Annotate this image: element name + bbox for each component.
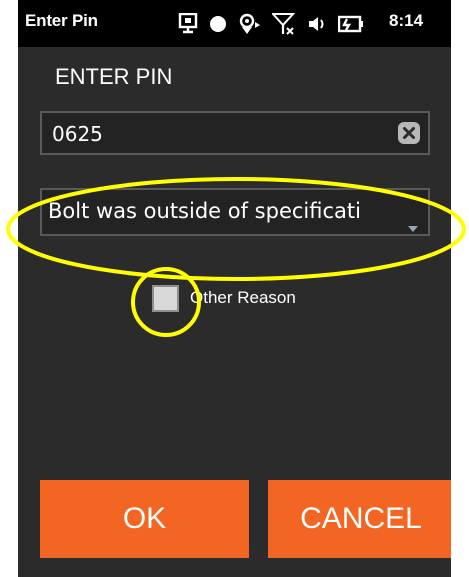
clear-x-icon[interactable] bbox=[398, 122, 420, 144]
status-time: 8:14 bbox=[389, 11, 424, 30]
status-title: Enter Pin bbox=[25, 11, 98, 30]
reason-selected-value: Bolt was outside of specificati bbox=[48, 199, 361, 223]
app-screen: Enter Pin 8:14 ENTER PIN 0625 Bolt was o… bbox=[18, 0, 451, 577]
pin-value: 0625 bbox=[52, 122, 103, 146]
gps-icon bbox=[238, 12, 262, 36]
record-dot-icon bbox=[209, 15, 227, 33]
dropdown-arrow-icon bbox=[408, 217, 418, 236]
other-reason-label: Other Reason bbox=[190, 288, 296, 307]
page-title: ENTER PIN bbox=[55, 64, 173, 89]
status-bar: Enter Pin 8:14 bbox=[18, 0, 451, 47]
sync-icon bbox=[177, 13, 199, 35]
reason-dropdown[interactable]: Bolt was outside of specificati bbox=[40, 188, 430, 236]
cancel-button[interactable]: CANCEL bbox=[268, 480, 451, 558]
ok-button[interactable]: OK bbox=[40, 480, 249, 558]
volume-icon bbox=[307, 14, 327, 34]
pin-input[interactable]: 0625 bbox=[40, 111, 430, 155]
other-reason-checkbox[interactable] bbox=[152, 285, 179, 312]
status-icons bbox=[177, 6, 364, 42]
battery-icon bbox=[338, 15, 364, 33]
signal-off-icon bbox=[272, 12, 296, 36]
